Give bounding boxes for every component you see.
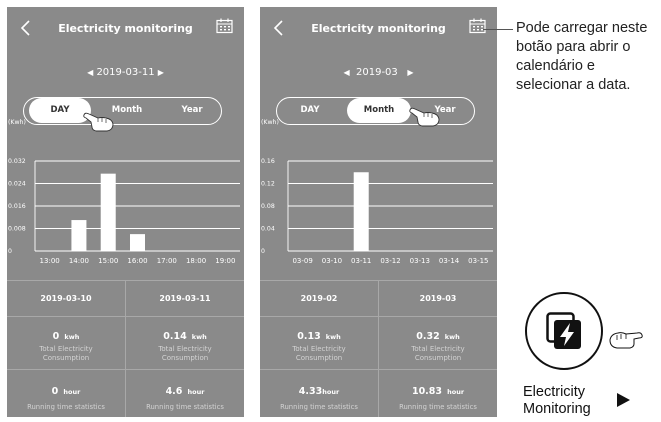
runtime-value: 0: [51, 386, 59, 397]
page-title: Electricity monitoring: [58, 22, 193, 35]
runtime-unit: hour: [447, 388, 465, 396]
pointing-hand-icon: [609, 332, 643, 349]
runtime-label: Running time statistics: [280, 403, 358, 411]
bar: [71, 220, 87, 251]
consumption-value: 0.32: [416, 331, 440, 342]
runtime-unit: hour: [322, 388, 340, 396]
runtime-label: Running time statistics: [146, 403, 224, 411]
consumption-value: 0.13: [297, 331, 321, 342]
date-selector: ◀ 2019-03-11 ▶: [7, 67, 244, 78]
callout-leader-line: [483, 29, 513, 30]
runtime-current: 10.83 hour Running time statistics: [379, 379, 497, 412]
y-tick-label: 0.008: [8, 226, 26, 233]
x-tick-label: 03-14: [439, 257, 460, 265]
y-tick-label: 0.024: [8, 181, 26, 188]
prev-date-arrow-icon[interactable]: ◀: [87, 68, 93, 77]
consumption-label: Total Electricity Consumption: [158, 345, 212, 362]
next-date-arrow-icon[interactable]: ▶: [407, 68, 413, 77]
runtime-current: 4.6 hour Running time statistics: [126, 379, 244, 412]
period-header-previous: 2019-02: [300, 294, 338, 303]
y-tick-label: 0.04: [261, 226, 275, 233]
prev-date-arrow-icon[interactable]: ◀: [343, 68, 349, 77]
consumption-label: Total Electricity Consumption: [292, 345, 346, 362]
statistics-panel: 2019-03-10 2019-03-11 0 kwh Total Electr…: [7, 280, 244, 417]
y-axis-label: (Kwh): [8, 119, 26, 126]
y-tick-label: 0.12: [261, 181, 275, 188]
x-tick-label: 03-13: [410, 257, 430, 265]
runtime-unit: hour: [187, 388, 205, 396]
selected-date[interactable]: 2019-03-11: [96, 67, 154, 78]
x-tick-label: 18:00: [186, 257, 206, 265]
x-tick-label: 03-15: [468, 257, 488, 265]
next-date-arrow-icon[interactable]: ▶: [158, 68, 164, 77]
electricity-monitoring-label: Electricity Monitoring: [523, 384, 591, 418]
y-tick-label: 0.016: [8, 203, 26, 210]
statistics-panel: 2019-02 2019-03 0.13 kwh Total Electrici…: [260, 280, 497, 417]
runtime-label: Running time statistics: [27, 403, 105, 411]
y-axis-label: (Kwh): [261, 119, 279, 126]
runtime-previous: 0 hour Running time statistics: [7, 379, 125, 412]
x-tick-label: 03-09: [292, 257, 312, 265]
calendar-callout-text: Pode carregar neste botão para abrir o c…: [516, 20, 648, 93]
runtime-unit: hour: [63, 388, 81, 396]
consumption-value: 0: [52, 331, 60, 342]
y-tick-label: 0.08: [261, 203, 275, 210]
bar: [130, 234, 145, 251]
top-bar: Electricity monitoring: [260, 7, 497, 51]
consumption-unit: kwh: [64, 333, 80, 341]
consumption-previous: 0.13 kwh Total Electricity Consumption: [260, 324, 378, 363]
x-tick-label: 17:00: [157, 257, 177, 265]
runtime-value: 4.6: [165, 386, 183, 397]
runtime-previous: 4.33hour Running time statistics: [260, 379, 378, 412]
consumption-value: 0.14: [163, 331, 187, 342]
calendar-icon[interactable]: [469, 18, 486, 34]
electricity-label-line2: Monitoring: [523, 401, 591, 417]
y-tick-label: 0.032: [8, 158, 26, 165]
top-bar: Electricity monitoring: [7, 7, 244, 51]
consumption-current: 0.32 kwh Total Electricity Consumption: [379, 324, 497, 363]
x-tick-label: 03-11: [351, 257, 371, 265]
electricity-label-line1: Electricity: [523, 384, 586, 400]
consumption-chart: (Kwh) 0 0.008 0.016 0.024 0.032 13:00 14:00 15:0…: [8, 119, 240, 265]
period-header-previous: 2019-03-10: [40, 294, 92, 303]
x-tick-label: 13:00: [40, 257, 60, 265]
x-tick-label: 03-10: [322, 257, 342, 265]
runtime-value: 10.83: [411, 386, 443, 397]
consumption-label: Total Electricity Consumption: [411, 345, 465, 362]
electricity-monitoring-icon: [546, 312, 581, 349]
consumption-label: Total Electricity Consumption: [39, 345, 93, 362]
runtime-value: 4.33: [298, 386, 323, 397]
bar: [353, 172, 369, 251]
x-tick-label: 14:00: [69, 257, 89, 265]
consumption-current: 0.14 kwh Total Electricity Consumption: [126, 324, 244, 363]
calendar-icon[interactable]: [216, 18, 233, 34]
x-tick-label: 03-12: [380, 257, 400, 265]
consumption-unit: kwh: [191, 333, 207, 341]
period-header-current: 2019-03-11: [159, 294, 211, 303]
period-header-current: 2019-03: [419, 294, 457, 303]
electricity-monitoring-button[interactable]: [525, 292, 603, 370]
y-tick-label: 0: [261, 248, 265, 255]
x-tick-label: 15:00: [98, 257, 118, 265]
x-tick-label: 16:00: [127, 257, 147, 265]
selected-date[interactable]: 2019-03: [356, 67, 398, 78]
consumption-previous: 0 kwh Total Electricity Consumption: [7, 324, 125, 363]
consumption-unit: kwh: [325, 333, 341, 341]
y-tick-label: 0: [8, 248, 12, 255]
play-arrow-icon: [617, 393, 630, 407]
date-selector: ◀ 2019-03 ▶: [260, 67, 497, 78]
runtime-label: Running time statistics: [399, 403, 477, 411]
consumption-unit: kwh: [444, 333, 460, 341]
consumption-chart: (Kwh) 0 0.04 0.08 0.12 0.16 03-09 03-10 03-11 03-…: [261, 119, 493, 265]
phone-screen-day: Electricity monitoring ◀ 2019-03-11 ▶ DA…: [7, 7, 244, 417]
phone-screen-month: Electricity monitoring ◀ 2019-03 ▶ DAY M…: [260, 7, 497, 417]
page-title: Electricity monitoring: [311, 22, 446, 35]
bar: [100, 173, 116, 251]
x-tick-label: 19:00: [215, 257, 235, 265]
y-tick-label: 0.16: [261, 158, 275, 165]
